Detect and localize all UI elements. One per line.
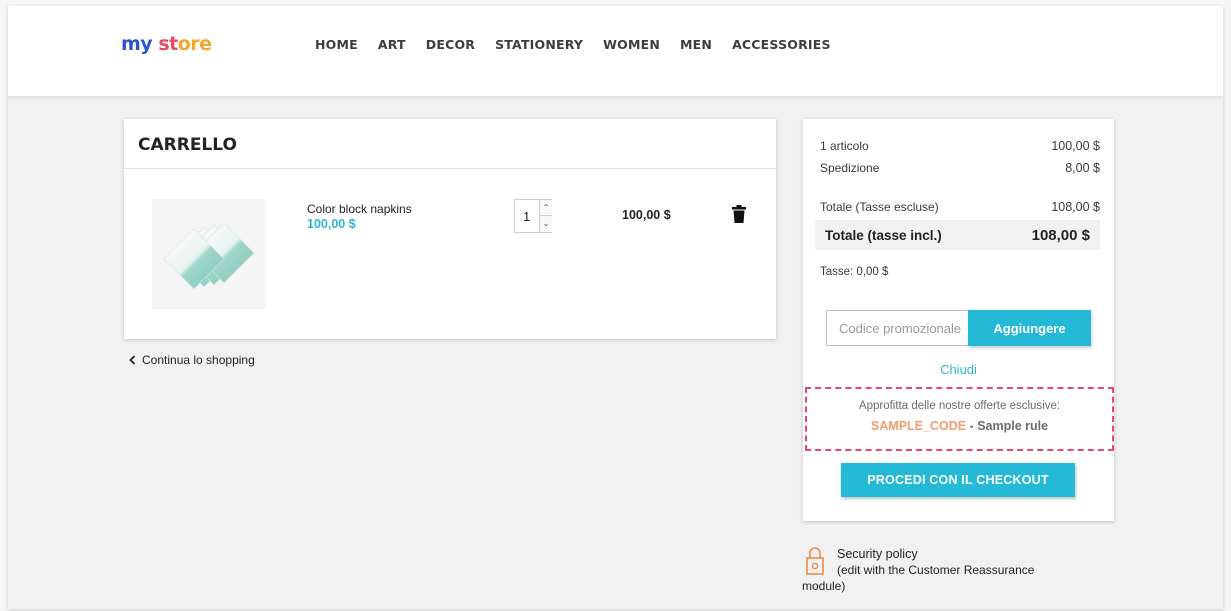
promo-code-input[interactable] (826, 310, 969, 346)
logo-part: st (158, 33, 178, 55)
shipping-value: 8,00 $ (1065, 161, 1100, 175)
trash-icon[interactable] (732, 205, 746, 223)
main-nav: HOME ART DECOR STATIONERY WOMEN MEN ACCE… (315, 37, 851, 52)
logo-part: my (121, 33, 153, 55)
site-header: my store HOME ART DECOR STATIONERY WOMEN… (8, 6, 1223, 96)
checkout-button[interactable]: PROCEDI CON IL CHECKOUT (841, 463, 1075, 497)
continue-shopping-label: Continua lo shopping (142, 353, 255, 367)
logo-part: ore (177, 33, 212, 55)
total-value: 108,00 $ (1031, 226, 1090, 244)
reassurance-title: Security policy (837, 547, 918, 561)
reassurance-desc-line2: module) (802, 579, 846, 593)
page-frame: my store HOME ART DECOR STATIONERY WOMEN… (8, 6, 1223, 609)
reassurance-desc-line1: (edit with the Customer Reassurance (837, 563, 1035, 577)
subtotal-label: Totale (Tasse escluse) (820, 200, 939, 214)
product-name[interactable]: Color block napkins (307, 202, 412, 216)
nav-item-decor[interactable]: DECOR (426, 37, 475, 52)
summary-shipping-row: Spedizione 8,00 $ (820, 161, 1100, 175)
shipping-label: Spedizione (820, 161, 880, 175)
add-promo-button[interactable]: Aggiungere (968, 310, 1091, 346)
chevron-down-icon[interactable]: ⌄ (539, 216, 552, 232)
cart-title: CARRELLO (138, 135, 237, 155)
continue-shopping-link[interactable]: Continua lo shopping (128, 353, 255, 367)
lock-icon (806, 547, 824, 575)
divider (124, 168, 776, 169)
store-logo[interactable]: my store (121, 33, 212, 55)
subtotal-value: 108,00 $ (1051, 200, 1100, 214)
product-price: 100,00 $ (307, 217, 356, 231)
summary-items-row: 1 articolo 100,00 $ (820, 139, 1100, 153)
quantity-input[interactable] (515, 200, 539, 232)
nav-item-accessories[interactable]: ACCESSORIES (732, 37, 831, 52)
offers-intro: Approfitta delle nostre offerte esclusiv… (858, 400, 1061, 412)
items-value: 100,00 $ (1051, 139, 1100, 153)
offer-line: SAMPLE_CODE - Sample rule (807, 419, 1112, 433)
nav-item-home[interactable]: HOME (315, 37, 358, 52)
cart-panel: CARRELLO Color block napkins 100,00 $ 1 … (124, 119, 776, 339)
items-count-label: 1 articolo (820, 139, 869, 153)
close-promo-link[interactable]: Chiudi (803, 362, 1114, 377)
nav-item-art[interactable]: ART (378, 37, 406, 52)
offer-code[interactable]: SAMPLE_CODE (871, 419, 966, 433)
exclusive-offers-box: Approfitta delle nostre offerte esclusiv… (805, 387, 1114, 451)
line-total: 100,00 $ (622, 208, 671, 222)
total-label: Totale (tasse incl.) (825, 227, 942, 243)
nav-item-stationery[interactable]: STATIONERY (495, 37, 583, 52)
quantity-stepper: ⌃ ⌄ (514, 199, 552, 233)
offer-rule: Sample rule (977, 419, 1049, 433)
chevron-up-icon[interactable]: ⌃ (539, 200, 552, 216)
cart-summary-panel: 1 articolo 100,00 $ Spedizione 8,00 $ To… (803, 119, 1114, 521)
chevron-left-icon (129, 355, 136, 365)
nav-item-women[interactable]: WOMEN (603, 37, 660, 52)
product-image[interactable] (152, 199, 266, 309)
summary-subtotal-row: Totale (Tasse escluse) 108,00 $ (820, 200, 1100, 214)
offer-separator: - (966, 419, 978, 433)
summary-total-row: Totale (tasse incl.) 108,00 $ (815, 220, 1100, 250)
taxes-text: Tasse: 0,00 $ (820, 266, 889, 278)
nav-item-men[interactable]: MEN (680, 37, 712, 52)
